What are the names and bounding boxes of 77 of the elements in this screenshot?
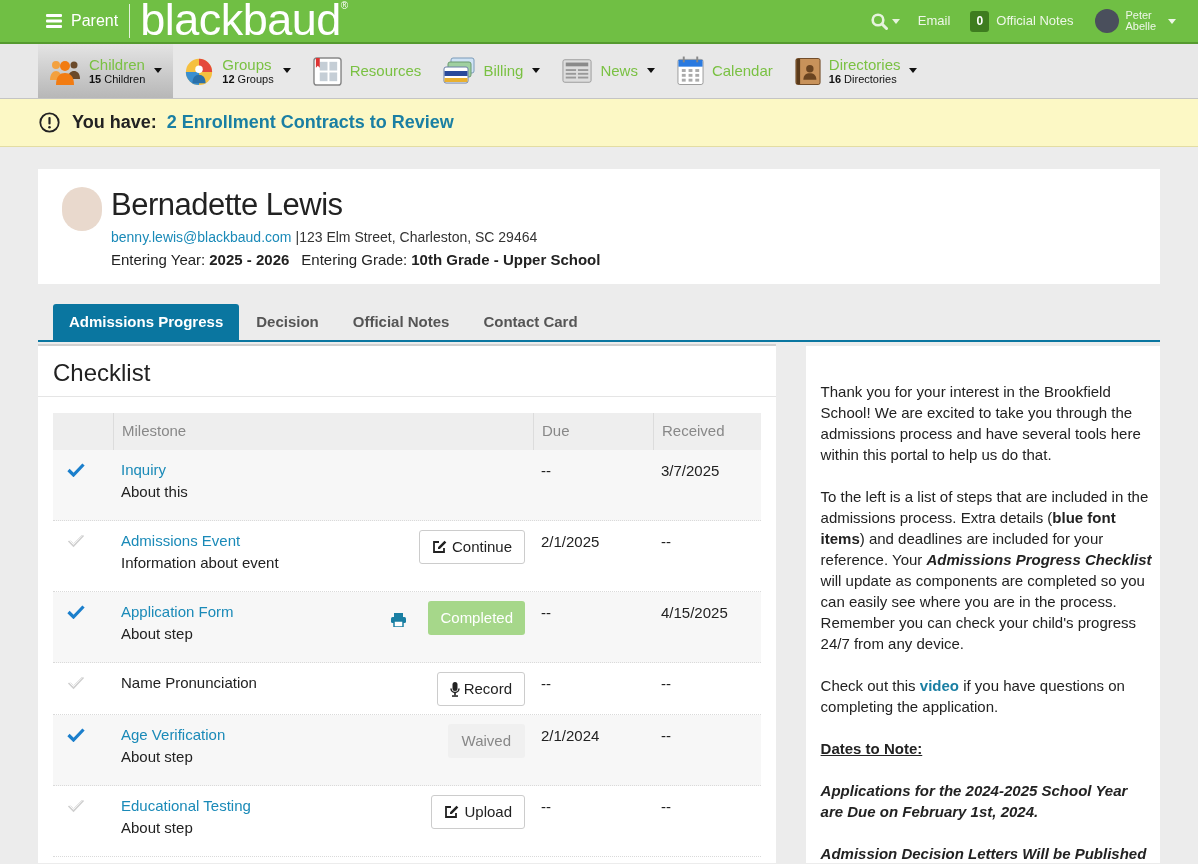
column-header: Due: [542, 421, 570, 442]
milestone-link[interactable]: Inquiry: [121, 459, 167, 481]
inline-link[interactable]: video: [919, 677, 959, 694]
edit-icon: [431, 540, 447, 554]
printer-icon[interactable]: [391, 613, 407, 627]
nav-item[interactable]: Children 15 Children: [38, 44, 174, 98]
milestone-link[interactable]: Age Verification: [121, 724, 226, 746]
calendar-icon: [676, 56, 704, 86]
column-header: Received: [662, 421, 725, 442]
milestone-description: About step: [121, 818, 193, 838]
address-book-icon: [794, 56, 821, 86]
user-menu-button[interactable]: Peter Abelle: [1095, 9, 1176, 33]
due-date: --: [541, 604, 551, 621]
received-date: --: [661, 727, 671, 744]
received-date: --: [661, 675, 671, 692]
due-date: --: [541, 798, 551, 815]
due-date: 2/1/2025: [541, 533, 600, 550]
milestone-link[interactable]: Application Form: [121, 601, 234, 623]
entering-year-label: Entering Year:: [111, 250, 206, 270]
address: |123 Elm Street, Charleston, SC 29464: [295, 228, 538, 247]
entering-grade-label: Entering Grade:: [301, 250, 408, 270]
tab[interactable]: Admissions Progress: [53, 304, 240, 340]
tab[interactable]: Decision: [239, 304, 336, 340]
nav-item[interactable]: Groups 12 Groups: [173, 44, 302, 98]
enrollment-contracts-link[interactable]: 2 Enrollment Contracts to Review: [166, 109, 454, 136]
nav-item[interactable]: Directories 16 Directories: [783, 44, 929, 98]
notes-count-badge: 0: [970, 10, 990, 32]
microphone-icon: [449, 681, 460, 697]
due-date: --: [541, 462, 551, 479]
official-notes-link[interactable]: Official Notes: [996, 11, 1074, 31]
info-paragraph: Check out this video if you have questions on completing the application.: [820, 676, 1126, 717]
due-date: --: [541, 675, 551, 692]
dates-heading: Dates to Note:: [820, 739, 924, 759]
search-icon: [870, 12, 888, 30]
received-date: --: [661, 798, 671, 815]
info-paragraph: To the left is a list of steps that are included in the admissions process. Extra details (blue font items) and deadlines are included for your reference. Your Admissions Progress Checklist will update as components are completed so you can easily see where you are in the process. Remember you can check your child's progress 24/7 from any device.: [820, 487, 1152, 654]
group-icon: [184, 56, 215, 86]
student-name: Bernadette Lewis: [111, 186, 344, 224]
due-date: 2/1/2024: [541, 727, 600, 744]
edit-icon: [444, 805, 460, 819]
received-date: --: [661, 533, 671, 550]
entering-grade: 10th Grade - Upper School: [411, 250, 601, 270]
tab[interactable]: Contact Card: [466, 304, 595, 340]
alert-icon: [39, 112, 60, 133]
milestone-description: About this: [121, 482, 188, 502]
column-header: Milestone: [122, 421, 187, 442]
received-date: 4/15/2025: [661, 604, 728, 621]
caret-icon: [891, 18, 900, 24]
entering-year: 2025 - 2026: [209, 250, 290, 270]
received-date: 3/7/2025: [661, 462, 720, 479]
notice-text: Applications for the 2024-2025 School Year are Due on February 1st, 2024.: [820, 781, 1129, 822]
user-avatar: [1095, 9, 1120, 33]
milestone-description: About step: [121, 747, 193, 767]
milestone-description: Information about event: [121, 553, 279, 573]
menu-icon: [46, 14, 62, 28]
checklist-heading: Checklist: [53, 359, 152, 387]
info-paragraph: Thank you for your interest in the Brookfield School! We are excited to take you through the admissions process and have several tools here within this portal to help us do that.: [820, 382, 1142, 465]
caret-icon: [1168, 18, 1176, 24]
avatar-placeholder: [62, 187, 102, 231]
milestone-title: Name Pronunciation: [121, 673, 257, 693]
action-button[interactable]: Continue: [418, 530, 525, 564]
panels-book-icon: [312, 56, 342, 86]
tab[interactable]: Official Notes: [335, 304, 467, 340]
record-button[interactable]: Record: [436, 672, 525, 706]
logo[interactable]: blackbaud$^{®}$: [140, 0, 348, 46]
action-button[interactable]: Upload: [431, 795, 525, 829]
notice-text: Admission Decision Letters Will be Published: [820, 844, 1148, 863]
credit-cards-icon: [443, 57, 476, 85]
newspaper-icon: [562, 58, 593, 84]
waived-badge: Waived: [447, 724, 525, 758]
alert-label: You have:: [72, 111, 157, 134]
milestone-link[interactable]: Admissions Event: [121, 530, 241, 552]
menu-button[interactable]: Parent: [46, 9, 119, 33]
milestone-link[interactable]: Educational Testing: [121, 795, 251, 817]
email-link[interactable]: Email: [917, 11, 951, 31]
milestone-description: About step: [121, 624, 193, 644]
email-link[interactable]: benny.lewis@blackbaud.com: [111, 226, 292, 248]
